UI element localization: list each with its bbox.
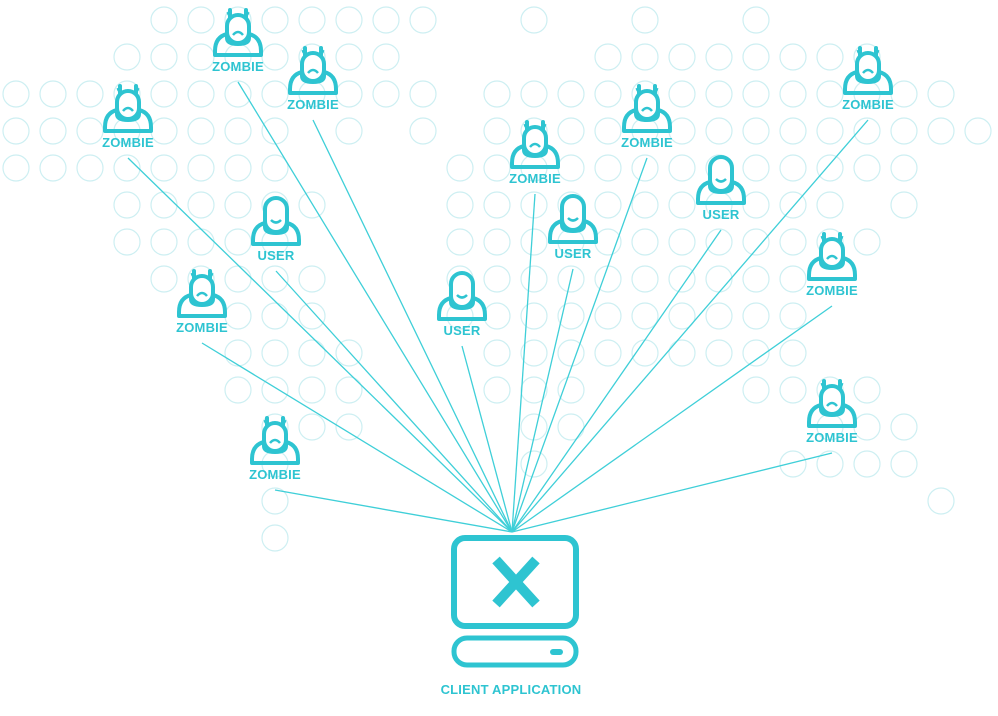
connection-line [511,305,833,533]
zombie-icon [250,416,300,465]
user-label: USER [554,246,592,261]
zombie-label: ZOMBIE [806,430,858,445]
zombie-node: ZOMBIE [607,80,687,150]
user-node: USER [681,152,761,222]
client-application-label: CLIENT APPLICATION [440,682,582,697]
zombie-label: ZOMBIE [249,467,301,482]
zombie-label: ZOMBIE [287,97,339,112]
monitor-x-icon [451,535,579,668]
connection-line [511,229,722,533]
zombie-label: ZOMBIE [621,135,673,150]
zombie-node: ZOMBIE [792,228,872,298]
zombie-icon [843,46,893,95]
connection-line [511,452,833,533]
zombie-node: ZOMBIE [198,4,278,74]
zombie-icon [288,46,338,95]
user-icon [437,271,487,321]
zombie-icon [510,120,560,169]
diagram-canvas: ZOMBIE ZOMBIE ZOMBIE ZOMBIE ZOMBIE ZOMBIE USER… [0,0,998,716]
user-icon [251,196,301,246]
zombie-node: ZOMBIE [88,80,168,150]
user-icon [548,194,598,244]
zombie-node: ZOMBIE [495,116,575,186]
zombie-node: ZOMBIE [792,375,872,445]
zombie-label: ZOMBIE [176,320,228,335]
zombie-label: ZOMBIE [102,135,154,150]
zombie-label: ZOMBIE [842,97,894,112]
zombie-node: ZOMBIE [235,412,315,482]
user-node: USER [533,191,613,261]
client-application: CLIENT APPLICATION [440,534,590,697]
user-node: USER [236,193,316,263]
connection-line [127,157,513,533]
zombie-icon [103,84,153,133]
zombie-node: ZOMBIE [828,42,908,112]
user-label: USER [702,207,740,222]
x-mark [492,556,540,608]
zombie-icon [807,232,857,281]
zombie-label: ZOMBIE [212,59,264,74]
user-label: USER [257,248,295,263]
zombie-icon [213,8,263,57]
user-node: USER [422,268,502,338]
zombie-label: ZOMBIE [806,283,858,298]
zombie-icon [807,379,857,428]
zombie-icon [622,84,672,133]
zombie-label: ZOMBIE [509,171,561,186]
zombie-node: ZOMBIE [273,42,353,112]
zombie-node: ZOMBIE [162,265,242,335]
zombie-icon [177,269,227,318]
user-icon [696,155,746,205]
user-label: USER [443,323,481,338]
